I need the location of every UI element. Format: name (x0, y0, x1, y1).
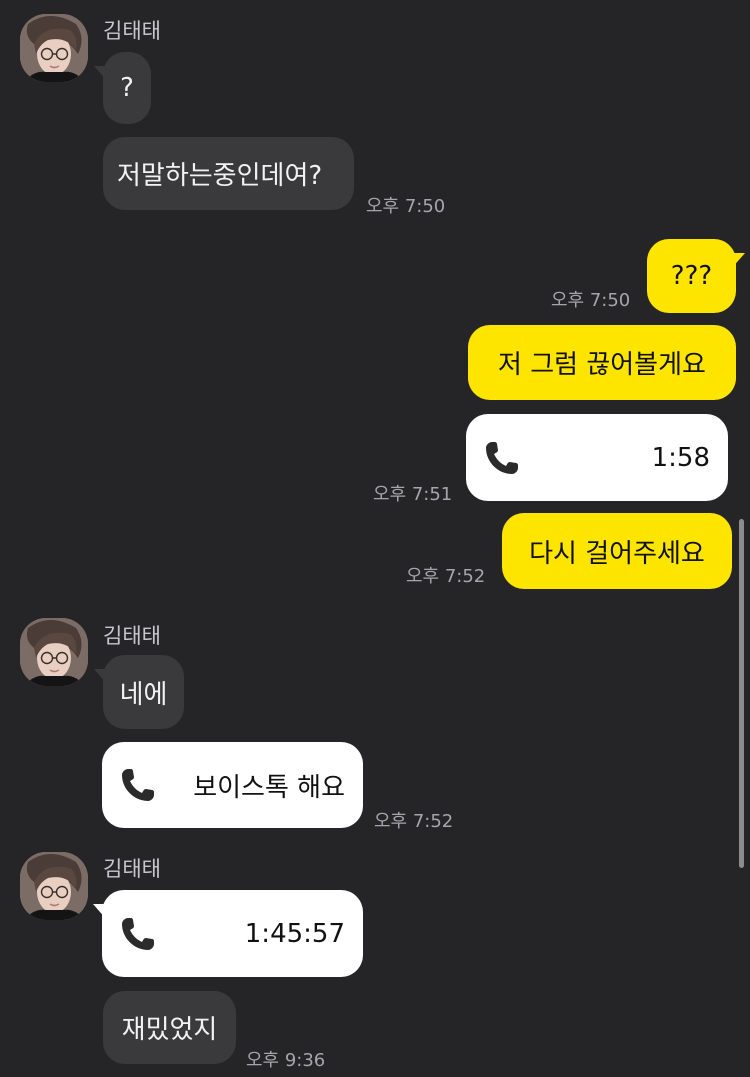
avatar[interactable] (20, 852, 88, 920)
message-bubble[interactable]: ? (94, 52, 151, 124)
message-time: 오후 7:51 (373, 484, 453, 505)
message-bubble[interactable]: 재밌었지 (103, 991, 236, 1064)
sender-name: 김태태 (103, 624, 161, 648)
message-bubble[interactable]: 다시 걸어주세요 (502, 513, 732, 589)
phone-icon (118, 914, 158, 954)
avatar-image (20, 14, 88, 82)
call-bubble[interactable]: 1:58 (466, 414, 728, 501)
message-text: ? (120, 73, 134, 103)
message-time: 오후 9:36 (246, 1050, 326, 1071)
message-bubble[interactable]: 네에 (94, 655, 184, 729)
message-text: ??? (670, 261, 713, 291)
message-text: 저말하는중인데여? (117, 161, 323, 191)
message-text: 재밌었지 (121, 1015, 218, 1045)
sender-name: 김태태 (103, 19, 161, 43)
call-duration: 1:45:57 (244, 918, 345, 949)
message-text: 네에 (119, 679, 168, 710)
call-bubble[interactable]: 1:45:57 (93, 890, 363, 977)
message-time: 오후 7:50 (366, 196, 446, 217)
message-time: 오후 7:50 (551, 290, 631, 311)
message-text: 저 그럼 끊어볼게요 (498, 350, 706, 380)
call-bubble[interactable]: 보이스톡 해요 (102, 742, 363, 828)
scrollbar[interactable] (739, 519, 744, 868)
avatar-image (20, 852, 88, 920)
message-bubble[interactable]: 저말하는중인데여? (103, 137, 354, 210)
message-time: 오후 7:52 (406, 566, 486, 587)
message-text: 다시 걸어주세요 (529, 538, 705, 569)
avatar[interactable] (20, 618, 88, 686)
avatar-image (20, 618, 88, 686)
phone-icon (482, 438, 522, 478)
call-duration: 1:58 (651, 442, 710, 473)
sender-name: 김태태 (103, 857, 161, 881)
message-bubble[interactable]: 저 그럼 끊어볼게요 (468, 325, 736, 400)
message-time: 오후 7:52 (374, 811, 454, 832)
message-bubble[interactable]: ??? (647, 239, 745, 313)
phone-icon (118, 765, 158, 805)
call-label: 보이스톡 해요 (193, 772, 345, 803)
avatar[interactable] (20, 14, 88, 82)
